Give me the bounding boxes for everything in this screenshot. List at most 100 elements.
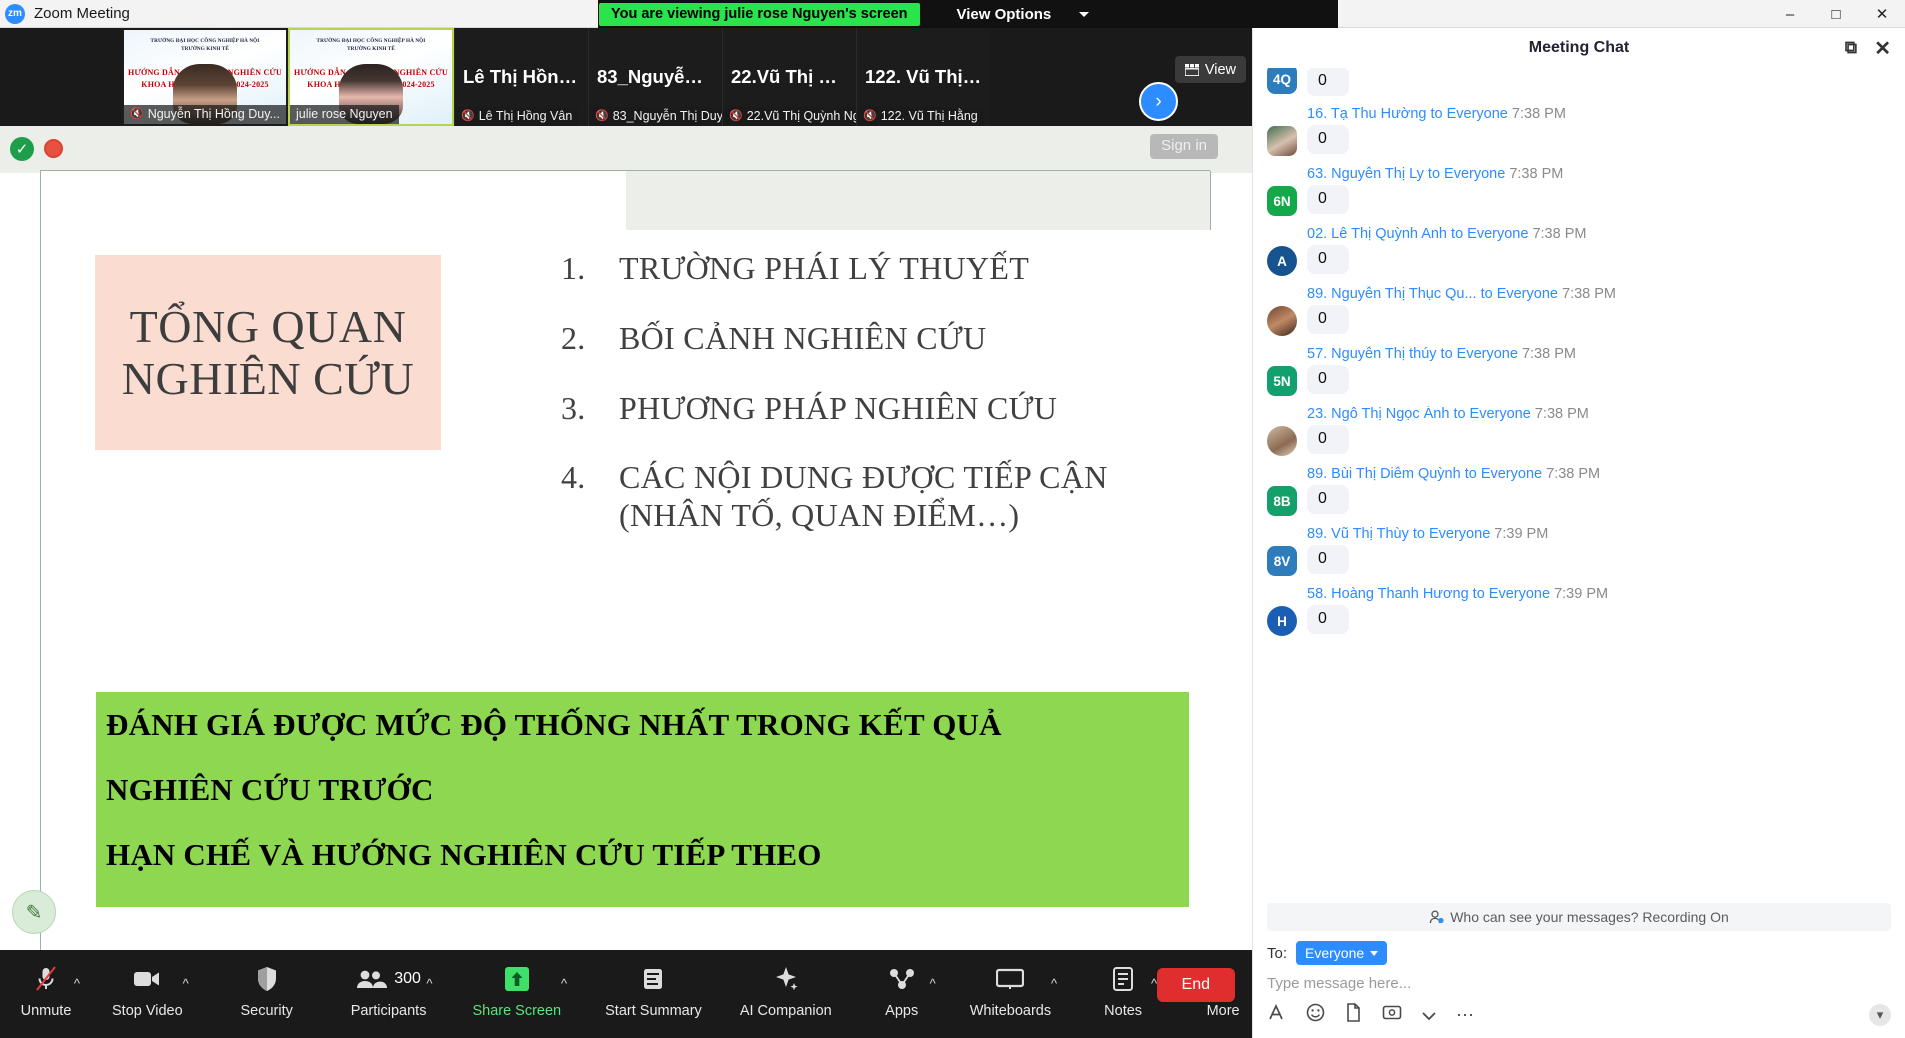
stop-video-button[interactable]: Stop Video ^: [112, 950, 189, 1038]
message-text: 0: [1307, 605, 1349, 634]
chat-privacy-note[interactable]: Who can see your messages? Recording On: [1267, 903, 1891, 931]
recipient-dropdown[interactable]: Everyone: [1296, 941, 1388, 965]
chevron-up-icon[interactable]: ^: [930, 976, 936, 991]
message-sender: 63. Nguyễn Thị Ly: [1307, 166, 1424, 182]
message-recipient: to Everyone: [1427, 166, 1506, 182]
message-recipient: to Everyone: [1472, 586, 1551, 602]
participant-thumbnail[interactable]: Lê Thị Hồng Vân 🔇 Lê Thị Hồng Vân: [454, 28, 588, 126]
message-text: 0: [1307, 125, 1349, 154]
participant-thumbnail-active[interactable]: TRƯỜNG ĐẠI HỌC CÔNG NGHIỆP HÀ NỘI TRƯỜNG…: [288, 28, 454, 126]
file-icon[interactable]: [1345, 1003, 1362, 1027]
notes-button[interactable]: Notes ^: [1095, 950, 1157, 1038]
message-meta: 58. Hoàng Thanh Hương to Everyone 7:39 P…: [1307, 586, 1893, 602]
shared-app-toolbar: [0, 126, 1252, 173]
thumb-slide-header-2: TRƯỜNG KINH TẾ: [181, 46, 229, 53]
mic-muted-icon: 🔇: [729, 109, 743, 122]
ai-companion-button[interactable]: AI Companion: [740, 950, 832, 1038]
message-sender: 16. Tạ Thu Hường: [1307, 106, 1427, 122]
view-layout-button[interactable]: View: [1174, 56, 1246, 83]
format-icon[interactable]: [1267, 1003, 1286, 1027]
emoji-icon[interactable]: [1306, 1003, 1325, 1027]
apps-icon: [888, 964, 916, 994]
outline-number: 2.: [561, 319, 586, 356]
thumbnail-name: Nguyễn Thị Hồng Duy...: [147, 107, 280, 121]
message-time: 7:38 PM: [1509, 166, 1564, 182]
avatar: 6N: [1267, 186, 1297, 216]
slide-highlight-box: ĐÁNH GIÁ ĐƯỢC MỨC ĐỘ THỐNG NHẤT TRONG KẾ…: [96, 692, 1189, 907]
notes-label: Notes: [1104, 1003, 1143, 1019]
maximize-button[interactable]: □: [1813, 0, 1859, 28]
start-summary-button[interactable]: Start Summary: [605, 950, 702, 1038]
ai-sparkle-icon: [773, 964, 799, 994]
chat-input-row[interactable]: Type message here...: [1253, 971, 1905, 992]
shared-screen-area: ✓ Sign in TỔNG QUAN NGHIÊN CỨU 1. TRƯỜNG…: [0, 126, 1252, 950]
outline-text: PHƯƠNG PHÁP NGHIÊN CỨU: [619, 389, 1058, 426]
message-sender: 89. Bùi Thị Diễm Quỳnh: [1307, 466, 1461, 482]
highlight-line: NGHIÊN CỨU TRƯỚC: [106, 772, 434, 808]
slide-section-title: TỔNG QUAN NGHIÊN CỨU: [121, 300, 415, 404]
more-label: More: [1206, 1003, 1240, 1019]
message-text: 0: [1307, 485, 1349, 514]
chevron-up-icon[interactable]: ^: [1051, 976, 1057, 991]
document-header-band: [626, 171, 1211, 230]
thumbnail-list: TRƯỜNG ĐẠI HỌC CÔNG NGHIỆP HÀ NỘI TRƯỜNG…: [122, 28, 990, 126]
share-screen-button[interactable]: Share Screen ^: [472, 950, 567, 1038]
slide-section-box: TỔNG QUAN NGHIÊN CỨU: [95, 255, 441, 450]
chevron-down-icon[interactable]: [1422, 1005, 1436, 1026]
chevron-up-icon[interactable]: ^: [561, 976, 567, 991]
message-meta: 23. Ngô Thị Ngọc Ánh to Everyone 7:38 PM: [1307, 406, 1893, 422]
slide-outline-list: 1. TRƯỜNG PHÁI LÝ THUYẾT 2. BỐI CẢNH NGH…: [561, 250, 1205, 567]
avatar: [1267, 306, 1297, 336]
participant-thumbnail[interactable]: TRƯỜNG ĐẠI HỌC CÔNG NGHIỆP HÀ NỘI TRƯỜNG…: [122, 28, 288, 126]
outline-number: 1.: [561, 250, 586, 286]
chat-message: 8B 89. Bùi Thị Diễm Quỳnh to Everyone 7:…: [1267, 466, 1893, 516]
security-button[interactable]: Security: [239, 950, 295, 1038]
meeting-toolbar: Unmute ^ Stop Video ^ Security 300 Parti…: [0, 950, 1252, 1038]
whiteboards-button[interactable]: Whiteboards ^: [969, 950, 1057, 1038]
message-time: 7:38 PM: [1546, 466, 1601, 482]
thumbnail-name: 122. Vũ Thị Hằng: [880, 109, 978, 123]
popout-icon[interactable]: ⧉: [1845, 38, 1857, 58]
end-meeting-button[interactable]: End: [1156, 968, 1235, 1002]
close-icon[interactable]: ✕: [1874, 36, 1891, 61]
participants-icon: 300: [356, 964, 421, 994]
message-meta: 16. Tạ Thu Hường to Everyone 7:38 PM: [1307, 106, 1893, 122]
message-text: 0: [1307, 68, 1349, 96]
sign-in-button[interactable]: Sign in: [1150, 134, 1218, 159]
filmstrip-next-button[interactable]: ›: [1139, 82, 1178, 121]
chevron-up-icon[interactable]: ^: [74, 976, 80, 991]
chevron-up-icon[interactable]: ^: [426, 976, 432, 991]
document-canvas: TỔNG QUAN NGHIÊN CỨU 1. TRƯỜNG PHÁI LÝ T…: [40, 170, 1211, 950]
minimize-button[interactable]: –: [1767, 0, 1813, 28]
mic-muted-icon: 🔇: [595, 109, 609, 122]
message-time: 7:38 PM: [1562, 286, 1616, 302]
thumb-slide-header-2: TRƯỜNG KINH TẾ: [347, 46, 395, 53]
participant-thumbnail[interactable]: 83_Nguyễn Thị Duyên 🔇 83_Nguyễn Thị Duyê…: [588, 28, 722, 126]
whiteboards-label: Whiteboards: [969, 1003, 1052, 1019]
participants-button[interactable]: 300 Participants ^: [351, 950, 433, 1038]
participant-thumbnail[interactable]: 122. Vũ Thị Hằng 🔇 122. Vũ Thị Hằng: [856, 28, 990, 126]
close-button[interactable]: ✕: [1859, 0, 1905, 28]
share-screen-icon: [504, 964, 530, 994]
thumb-slide-header-1: TRƯỜNG ĐẠI HỌC CÔNG NGHIỆP HÀ NỘI: [316, 38, 426, 44]
chevron-up-icon[interactable]: ^: [183, 976, 189, 991]
send-options-icon[interactable]: ▾: [1869, 1004, 1891, 1026]
more-dots-icon[interactable]: ⋯: [1456, 1005, 1474, 1026]
message-recipient: to Everyone: [1430, 106, 1508, 122]
message-meta: 89. Vũ Thị Thùy to Everyone 7:39 PM: [1307, 526, 1893, 542]
message-recipient: to Everyone: [1440, 346, 1518, 362]
screenshot-icon[interactable]: [1382, 1003, 1402, 1027]
chat-message-list[interactable]: 4Q 0 16. Tạ Thu Hường to Everyone 7:38 P…: [1253, 68, 1905, 903]
avatar: 8B: [1267, 486, 1297, 516]
summary-icon: [642, 964, 664, 994]
thumbnail-name-badge: 🔇 Nguyễn Thị Hồng Duy...: [124, 105, 286, 124]
participant-thumbnail[interactable]: 22.Vũ Thị Quỳnh Nga 🔇 22.Vũ Thị Quỳnh Ng…: [722, 28, 856, 126]
view-options-button[interactable]: View Options: [957, 6, 1090, 23]
unmute-button[interactable]: Unmute ^: [18, 950, 80, 1038]
apps-button[interactable]: Apps ^: [874, 950, 936, 1038]
avatar: [1267, 426, 1297, 456]
annotate-pen-button[interactable]: ✎: [12, 890, 56, 934]
message-sender: 89. Vũ Thị Thùy: [1307, 526, 1409, 542]
message-time: 7:39 PM: [1554, 586, 1609, 602]
slide-outline-item: 2. BỐI CẢNH NGHIÊN CỨU: [561, 320, 1205, 358]
